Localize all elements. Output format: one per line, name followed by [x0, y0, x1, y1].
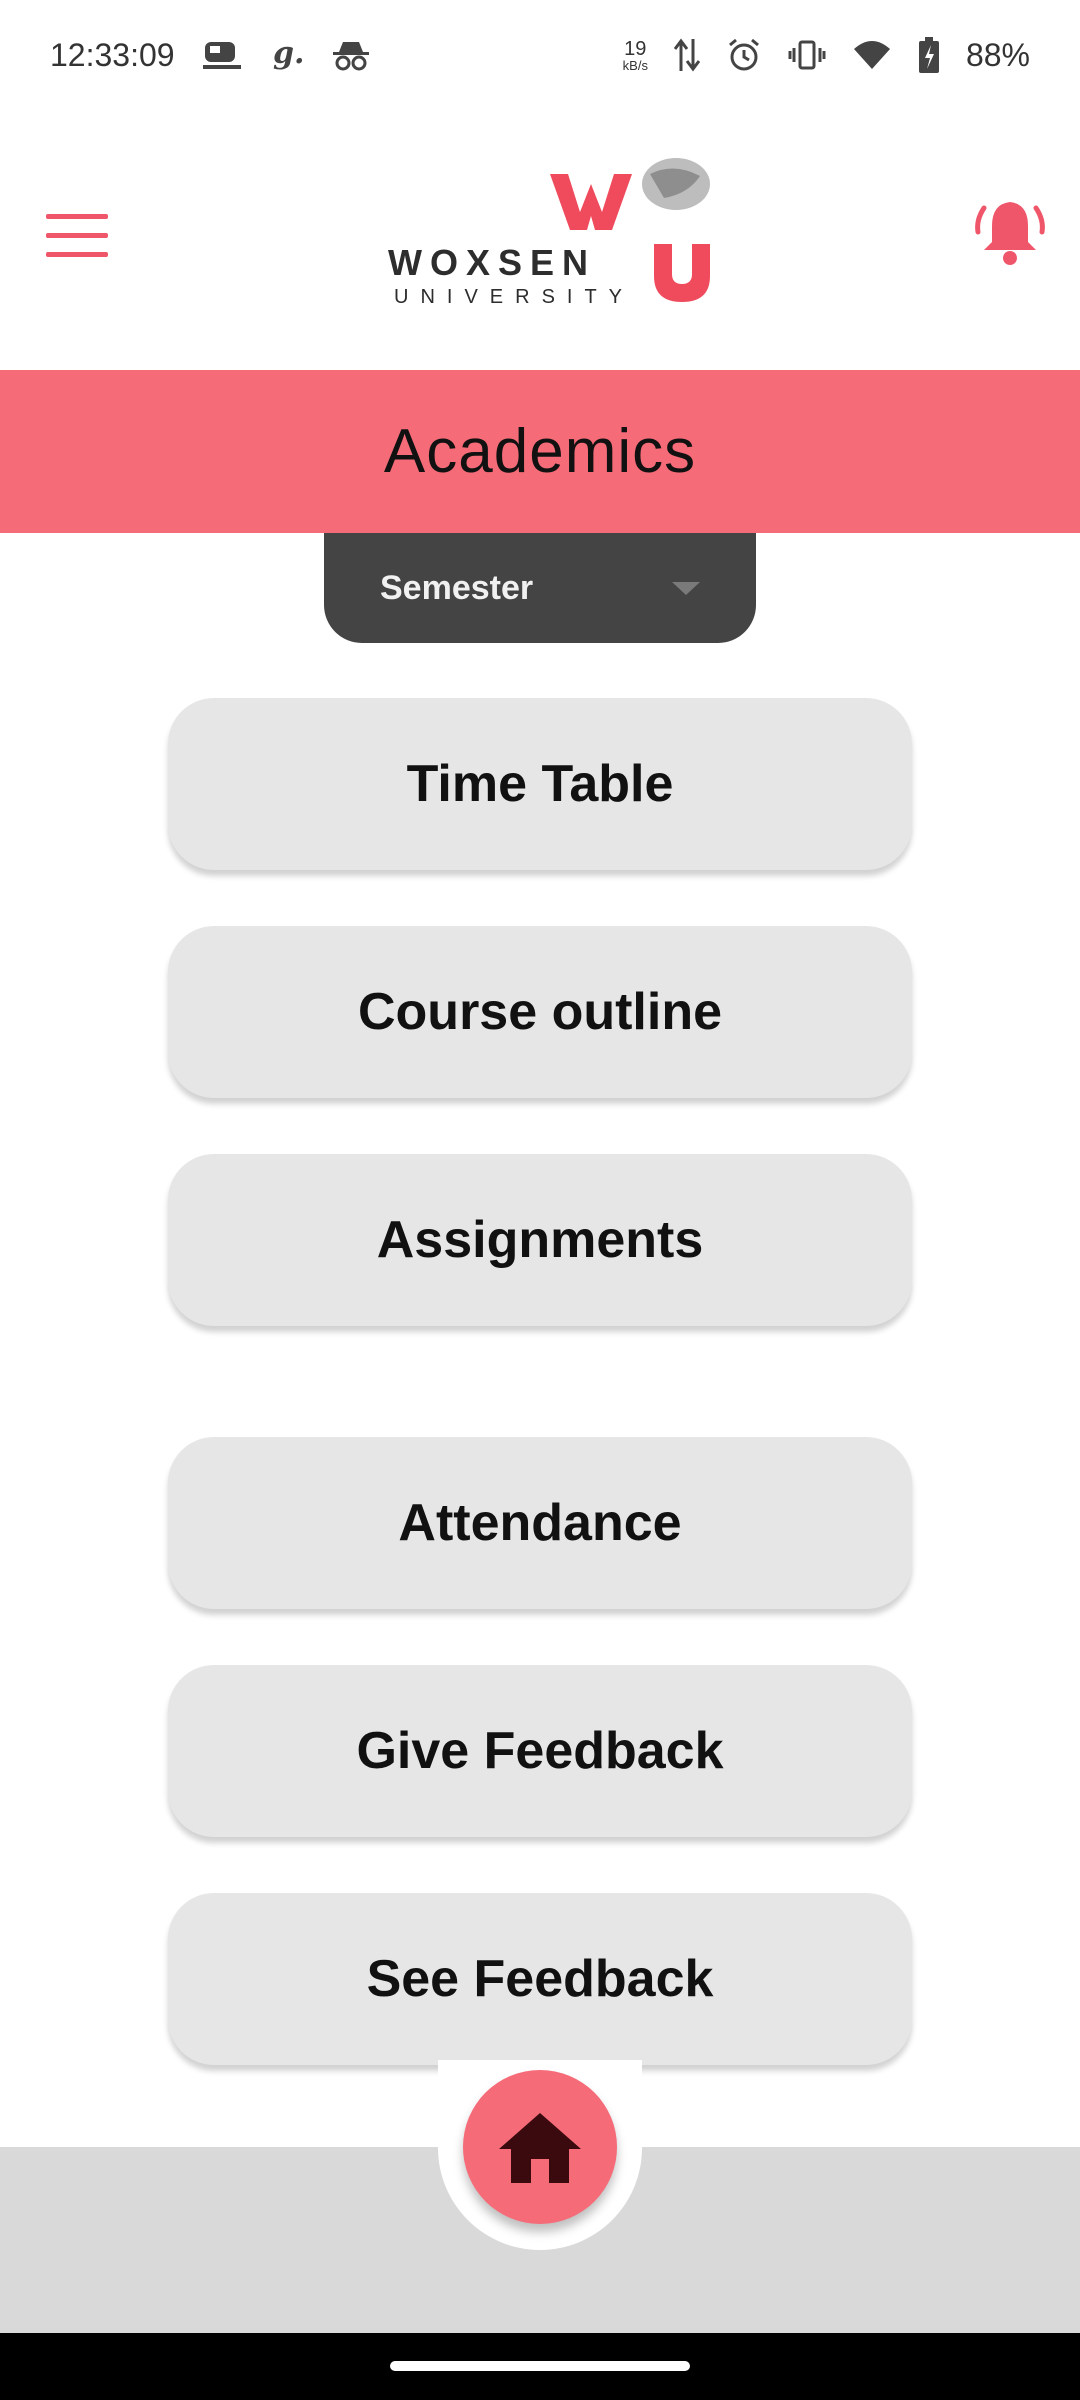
- incognito-icon: [331, 38, 371, 72]
- logo-subtext: UNIVERSITY: [394, 286, 635, 308]
- bell-icon: [975, 202, 1045, 265]
- battery-percent: 88%: [965, 36, 1030, 73]
- net-speed: 19 kB/s: [623, 39, 648, 72]
- train-icon: [201, 38, 243, 72]
- semester-dropdown[interactable]: Semester: [324, 533, 756, 643]
- vibrate-icon: [788, 38, 826, 72]
- dropdown-selected-value: Semester: [380, 568, 534, 607]
- system-gesture-bar: [0, 2333, 1080, 2400]
- woxsen-logo: WOXSEN UNIVERSITY: [388, 158, 718, 308]
- home-icon: [499, 2113, 581, 2183]
- assignments-button[interactable]: Assignments: [168, 1154, 912, 1326]
- svg-text:g.: g.: [273, 37, 304, 71]
- wifi-icon: [852, 39, 892, 71]
- logo-text: WOXSEN: [388, 242, 597, 283]
- gesture-handle[interactable]: [390, 2361, 690, 2371]
- alarm-icon: [726, 37, 762, 73]
- attendance-button[interactable]: Attendance: [168, 1437, 912, 1609]
- net-speed-value: 19: [624, 37, 647, 60]
- hamburger-menu-button[interactable]: [44, 206, 110, 266]
- app-header: WOXSEN UNIVERSITY: [0, 110, 1080, 370]
- notifications-button[interactable]: [970, 192, 1050, 272]
- battery-icon: [918, 36, 940, 74]
- chevron-down-icon: [672, 581, 700, 595]
- status-bar: 12:33:09 g. 19 kB/s 88%: [0, 0, 1080, 110]
- g-icon: g.: [269, 37, 305, 73]
- time-table-button[interactable]: Time Table: [168, 698, 912, 870]
- data-arrows-icon: [673, 37, 700, 73]
- page-title: Academics: [383, 417, 697, 486]
- see-feedback-button[interactable]: See Feedback: [168, 1893, 912, 2065]
- hamburger-icon: [46, 214, 108, 257]
- give-feedback-button[interactable]: Give Feedback: [168, 1665, 912, 1837]
- status-right: 19 kB/s 88%: [623, 36, 1030, 74]
- section-banner: Academics: [0, 370, 1080, 533]
- course-outline-button[interactable]: Course outline: [168, 926, 912, 1098]
- status-left: 12:33:09 g.: [50, 37, 371, 74]
- home-button[interactable]: [463, 2070, 617, 2224]
- net-speed-unit: kB/s: [622, 57, 648, 73]
- status-time: 12:33:09: [50, 36, 175, 73]
